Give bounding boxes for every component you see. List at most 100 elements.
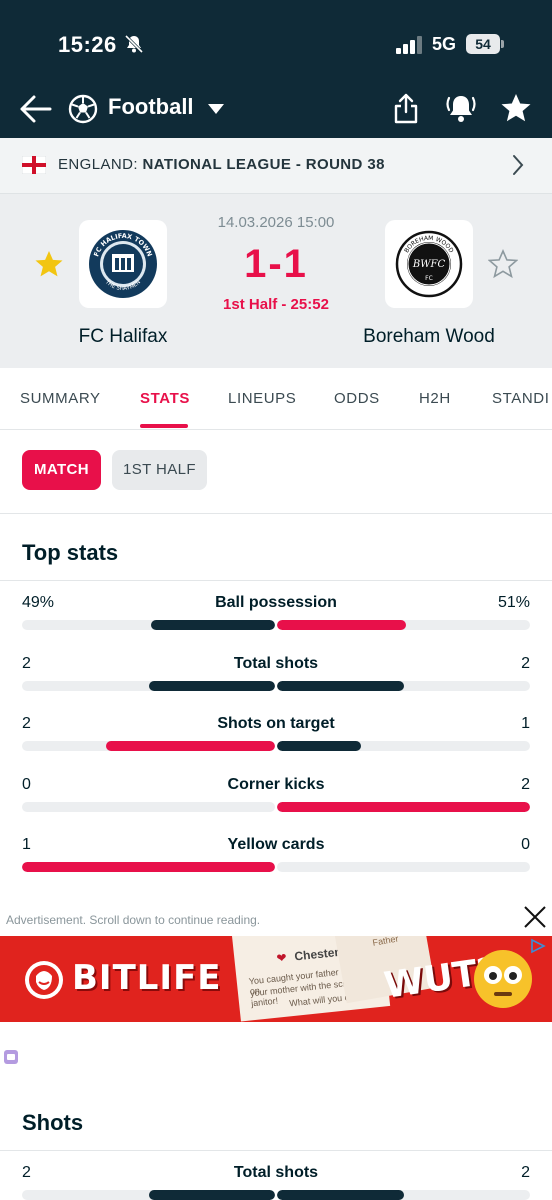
shots-title: Shots [22,1110,84,1135]
breadcrumb-competition: NATIONAL LEAGUE - ROUND 38 [142,156,385,173]
filter-first-half-button[interactable]: 1ST HALF [112,450,207,490]
match-score: 1-1 [244,242,308,286]
broken-heart-icon: ❤ [275,950,288,966]
back-arrow-icon[interactable] [18,94,52,124]
battery-icon: 54 [466,34,506,54]
favorite-star-icon[interactable] [500,92,532,124]
away-stat-bar-fill [277,801,530,812]
home-stat-bar-fill [148,1190,275,1200]
away-stat-bar [277,1190,530,1200]
home-stat-bar-fill [106,741,275,751]
away-stat-bar-fill [277,1190,404,1200]
bitlife-logo-icon [25,961,63,999]
home-team-name[interactable]: FC Halifax [48,326,198,348]
away-stat-value: 2 [521,654,530,672]
tab-h2h[interactable]: H2H [419,390,451,407]
away-stat-value: 2 [521,1164,530,1181]
chevron-right-icon[interactable] [510,154,526,176]
sport-selector-label[interactable]: Football [108,94,194,120]
home-stat-bar [22,620,275,630]
boreham-wood-crest-icon: BOREHAM WOOD BWFC FC [395,230,463,298]
battery-level: 54 [466,34,500,54]
stat-label: Shots on target [217,715,335,732]
ad-info-icon[interactable] [4,1050,18,1064]
stat-row: 1 Yellow cards 0 [0,836,552,896]
period-filter: MATCH 1ST HALF [0,430,552,514]
ad-card2-title: Father [371,936,400,948]
notification-bell-icon[interactable] [444,92,478,124]
breadcrumb-text: ENGLAND: NATIONAL LEAGUE - ROUND 38 [58,156,385,173]
home-stat-bar [22,680,275,691]
home-stat-value: 49% [22,594,55,611]
tab-stats[interactable]: STATS [140,390,190,407]
stat-row: 2 Shots on target 1 [0,715,552,775]
away-stat-bar [277,680,530,691]
section-divider [0,580,552,581]
home-team-logo[interactable]: FC HALIFAX TOWN THE SHAYMEN [79,220,167,308]
away-stat-bar [277,862,530,872]
ad-choices-icon[interactable] [530,938,546,954]
away-favorite-star-icon[interactable] [488,249,518,279]
away-stat-value: 51% [497,594,530,611]
away-stat-bar-fill [277,620,407,630]
football-icon[interactable] [68,94,98,124]
stat-label: Corner kicks [227,775,325,793]
away-stat-bar-fill [277,680,404,691]
stat-label: Yellow cards [227,836,325,853]
match-period: 1st Half - 25:52 [223,296,329,313]
home-stat-bar-fill [22,862,275,872]
tab-lineups[interactable]: LINEUPS [228,390,296,407]
home-stat-value: 2 [22,1164,31,1181]
halifax-crest-icon: FC HALIFAX TOWN THE SHAYMEN [89,230,157,298]
away-stat-bar [277,741,530,751]
home-stat-bar [22,801,275,812]
network-type: 5G [432,34,457,54]
away-stat-value: 0 [521,836,530,853]
away-stat-bar-fill [277,741,362,751]
stat-row: 2 Total shots 2 [0,1164,552,1200]
top-stats-title: Top stats [22,540,119,565]
top-bar: 15:26 5G 54 Football [0,0,552,138]
stat-row: 49% Ball possession 51% [0,594,552,654]
close-icon[interactable] [522,904,548,930]
bell-off-icon [124,34,144,54]
svg-text:FC: FC [425,275,433,282]
ad-card-name: Chester [293,944,340,964]
match-header: FC HALIFAX TOWN THE SHAYMEN BOREHAM WOOD… [0,194,552,368]
home-stat-bar-fill [151,620,275,630]
match-datetime: 14.03.2026 15:00 [217,214,335,231]
stat-label: Total shots [233,1164,319,1181]
chevron-down-icon[interactable] [206,102,226,116]
svg-text:BWFC: BWFC [412,259,446,270]
away-stat-bar [277,801,530,812]
tab-standings[interactable]: STANDI [492,390,550,407]
status-time: 15:26 [58,32,117,57]
away-team-logo[interactable]: BOREHAM WOOD BWFC FC [385,220,473,308]
away-stat-value: 2 [521,775,530,793]
away-team-name[interactable]: Boreham Wood [340,326,518,348]
ad-banner[interactable]: BITLIFE ❤ Chester You caught your father… [0,936,552,1022]
tab-odds[interactable]: ODDS [334,390,380,407]
signal-icon [396,36,422,54]
filter-match-button[interactable]: MATCH [22,450,101,490]
competition-breadcrumb[interactable]: ENGLAND: NATIONAL LEAGUE - ROUND 38 [0,138,552,194]
home-stat-bar [22,862,275,872]
away-stat-bar [277,620,530,630]
home-stat-value: 2 [22,715,31,732]
home-stat-value: 0 [22,775,31,793]
status-bar: 15:26 5G 54 [0,0,552,86]
ad-disclaimer: Advertisement. Scroll down to continue r… [6,913,261,927]
stat-row: 2 Total shots 2 [0,655,552,715]
share-icon[interactable] [392,92,420,124]
tab-summary[interactable]: SUMMARY [20,390,101,407]
home-favorite-star-icon[interactable] [34,249,64,279]
shocked-emoji-icon [474,950,532,1008]
england-flag-icon [22,156,46,174]
home-stat-bar-fill [148,680,275,691]
stat-row: 0 Corner kicks 2 [0,776,552,836]
section-divider [0,1150,552,1151]
home-stat-value: 2 [22,654,31,672]
ad-brand: BITLIFE [72,958,222,998]
home-stat-bar [22,741,275,751]
home-stat-bar [22,1190,275,1200]
